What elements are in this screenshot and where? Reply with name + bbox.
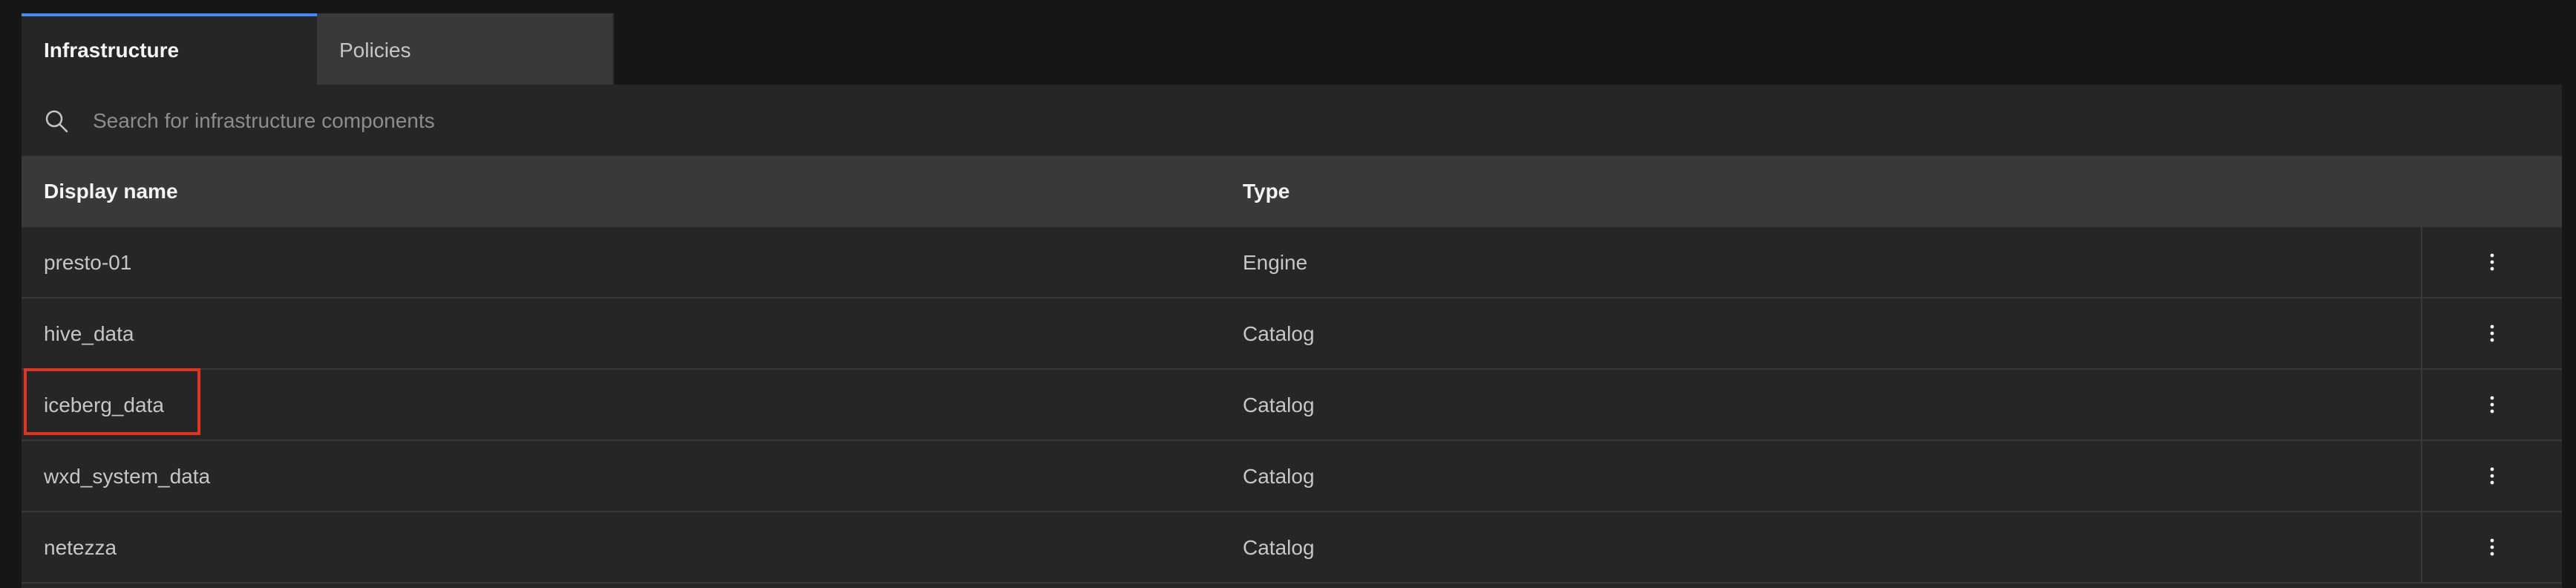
search-input[interactable] (91, 99, 2470, 143)
row-display-name: netezza (44, 536, 117, 559)
tab-label: Infrastructure (44, 39, 180, 62)
overflow-menu-vertical-icon (2490, 396, 2494, 414)
row-type: Catalog (1243, 393, 1315, 416)
row-type: Catalog (1243, 465, 1315, 488)
table-row[interactable]: netezza Catalog (22, 512, 2562, 584)
overflow-menu-vertical-icon (2490, 467, 2494, 485)
search-icon (44, 108, 69, 134)
overflow-menu-button[interactable] (2421, 370, 2562, 440)
tab-label: Policies (339, 39, 411, 62)
row-display-name: wxd_system_data (44, 465, 211, 488)
row-type: Engine (1243, 251, 1308, 274)
row-display-name: presto-01 (44, 251, 132, 274)
table-row[interactable]: wxd_system_data Catalog (22, 441, 2562, 512)
overflow-menu-button[interactable] (2421, 227, 2562, 297)
overflow-menu-vertical-icon (2490, 253, 2494, 271)
overflow-menu-button[interactable] (2421, 298, 2562, 368)
overflow-menu-button[interactable] (2421, 512, 2562, 582)
infrastructure-panel: Display name Type presto-01 Engine hive_… (22, 85, 2562, 588)
row-type: Catalog (1243, 536, 1315, 559)
row-display-name: iceberg_data (44, 393, 164, 416)
overflow-menu-button[interactable] (2421, 441, 2562, 511)
table-row[interactable]: presto-01 Engine (22, 227, 2562, 298)
tab-list: Infrastructure Policies (22, 13, 614, 85)
row-display-name: hive_data (44, 322, 134, 345)
search-bar (22, 85, 2562, 156)
table-header: Display name Type (22, 156, 2562, 227)
overflow-menu-vertical-icon (2490, 324, 2494, 342)
tab-infrastructure[interactable]: Infrastructure (22, 13, 317, 85)
column-header-display-name[interactable]: Display name (44, 156, 178, 227)
app-root: Infrastructure Policies Display name Typ… (0, 0, 2576, 588)
table-row[interactable]: iceberg_data Catalog (22, 368, 2562, 441)
overflow-menu-vertical-icon (2490, 538, 2494, 556)
tab-policies[interactable]: Policies (317, 13, 614, 85)
row-type: Catalog (1243, 322, 1315, 345)
column-header-type[interactable]: Type (1243, 156, 1289, 227)
table-row[interactable]: hive_data Catalog (22, 298, 2562, 370)
